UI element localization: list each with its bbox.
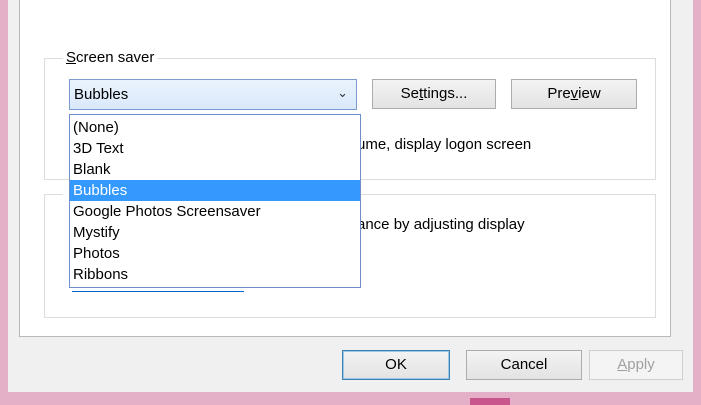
screen-saver-combobox[interactable]: Bubbles ⌄ bbox=[69, 79, 357, 110]
dropdown-option[interactable]: Blank bbox=[70, 159, 360, 180]
screen-saver-selected-value: Bubbles bbox=[74, 86, 129, 103]
dropdown-option[interactable]: Photos bbox=[70, 243, 360, 264]
dropdown-option[interactable]: 3D Text bbox=[70, 138, 360, 159]
preview-button[interactable]: Preview bbox=[511, 79, 637, 109]
cancel-button[interactable]: Cancel bbox=[466, 350, 582, 380]
dropdown-option[interactable]: Bubbles bbox=[70, 180, 360, 201]
dropdown-option[interactable]: (None) bbox=[70, 117, 360, 138]
on-resume-logon-label[interactable]: ume, display logon screen bbox=[357, 136, 531, 154]
ok-button[interactable]: OK bbox=[342, 350, 450, 380]
dropdown-option[interactable]: Google Photos Screensaver bbox=[70, 201, 360, 222]
dropdown-option[interactable]: Mystify bbox=[70, 222, 360, 243]
change-power-settings-link[interactable] bbox=[72, 290, 244, 292]
screen-saver-group-label: Screen saver bbox=[63, 49, 158, 67]
taskbar-edge bbox=[470, 398, 510, 405]
apply-button[interactable]: Apply bbox=[589, 350, 683, 380]
power-management-description: ance by adjusting display bbox=[357, 216, 525, 233]
screen-saver-dropdown-list[interactable]: (None) 3D Text Blank Bubbles Google Photos S… bbox=[69, 114, 361, 288]
dropdown-option[interactable]: Ribbons bbox=[70, 264, 360, 285]
settings-button[interactable]: Settings... bbox=[372, 79, 496, 109]
chevron-down-icon[interactable]: ⌄ bbox=[337, 85, 348, 101]
